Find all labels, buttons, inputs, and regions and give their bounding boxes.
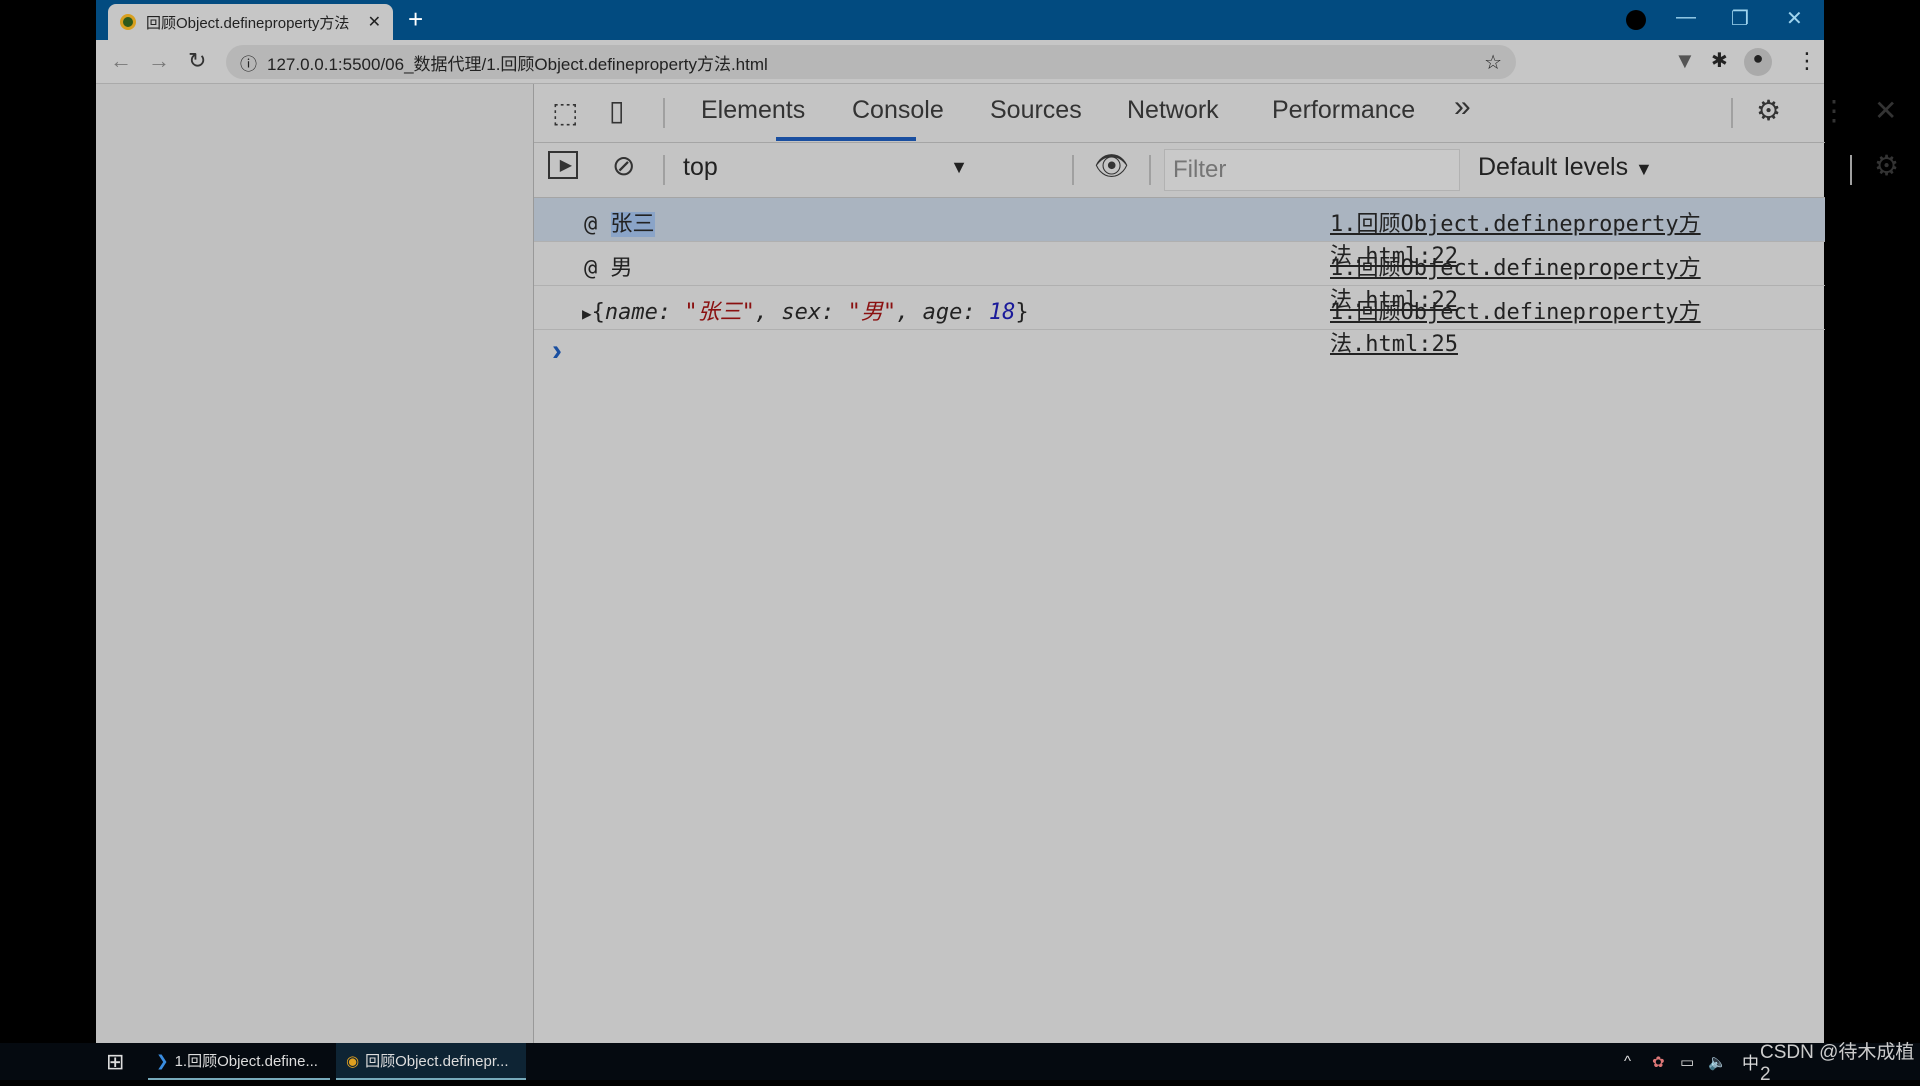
close-devtools-icon[interactable]: ✕: [1874, 94, 1897, 127]
divider: [1731, 98, 1733, 128]
log-value: 张三: [610, 212, 655, 237]
minimize-button[interactable]: —: [1676, 6, 1696, 29]
tray-overflow-icon[interactable]: ^: [1624, 1043, 1631, 1080]
tab-elements[interactable]: Elements: [701, 96, 805, 125]
log-prefix: @: [584, 212, 598, 237]
chrome-icon: ◉: [346, 1052, 360, 1070]
tab-title: 回顾Object.defineproperty方法: [146, 14, 350, 32]
devtools-main-toolbar: ⬚ ▯ Elements Console Sources Network Per…: [534, 84, 1897, 143]
divider: [1072, 155, 1074, 185]
more-tabs-button[interactable]: »: [1454, 90, 1471, 124]
dropdown-arrow-icon: ▼: [1635, 159, 1653, 179]
source-link[interactable]: 1.回顾Object.defineproperty方法.html:25: [1330, 294, 1825, 358]
watermark: CSDN @待木成植2: [1760, 1042, 1915, 1085]
console-settings-gear-icon[interactable]: ⚙: [1874, 149, 1899, 182]
reload-button[interactable]: ↻: [188, 48, 206, 74]
console-message[interactable]: @ 男 1.回顾Object.defineproperty方法.html:22: [534, 242, 1825, 313]
restore-button[interactable]: ❐: [1731, 6, 1749, 31]
tab-console[interactable]: Console: [852, 96, 944, 125]
taskbar-item-vscode[interactable]: ❯ 1.回顾Object.define...: [148, 1043, 330, 1080]
log-value: 男: [610, 256, 633, 281]
volume-icon[interactable]: 🔈: [1708, 1043, 1727, 1080]
console-prompt[interactable]: ›: [552, 334, 562, 368]
new-tab-button[interactable]: +: [408, 4, 423, 35]
console-toolbar: ▶ ⊘ top ▼ 👁 Default levels ▼ ⚙: [534, 143, 1899, 198]
console-message[interactable]: ▶{name: "张三", sex: "男", age: 18} 1.回顾Obj…: [534, 286, 1825, 357]
url-text: 127.0.0.1:5500/06_数据代理/1.回顾Object.define…: [267, 54, 768, 74]
object-preview[interactable]: ▶{name: "张三", sex: "男", age: 18}: [582, 294, 1029, 326]
clear-console-icon[interactable]: ⊘: [612, 149, 635, 182]
back-button[interactable]: ←: [110, 48, 132, 74]
browser-menu-icon[interactable]: ⋮: [1796, 48, 1818, 74]
dropdown-arrow-icon: ▼: [950, 157, 968, 177]
info-icon[interactable]: ⓘ: [240, 50, 257, 75]
console-message[interactable]: @ 张三 1.回顾Object.defineproperty方法.html:22: [534, 198, 1825, 269]
device-toolbar-icon[interactable]: ▯: [609, 94, 624, 127]
tab-performance[interactable]: Performance: [1272, 96, 1415, 125]
inspect-element-icon[interactable]: ⬚: [552, 96, 578, 129]
divider: [1850, 155, 1852, 185]
active-tab-indicator: [776, 137, 916, 141]
favicon-icon: [120, 14, 136, 30]
context-value: top: [683, 153, 718, 181]
levels-label: Default levels: [1478, 153, 1629, 181]
devtools-panel: ⬚ ▯ Elements Console Sources Network Per…: [533, 84, 1899, 1043]
battery-icon[interactable]: ▭: [1680, 1043, 1694, 1080]
tab-network[interactable]: Network: [1127, 96, 1219, 125]
log-prefix: @: [584, 256, 598, 281]
tab-close-icon[interactable]: ✕: [368, 12, 381, 32]
log-levels-dropdown[interactable]: Default levels ▼: [1478, 153, 1653, 182]
extensions-icon[interactable]: ✱: [1711, 48, 1728, 73]
settings-gear-icon[interactable]: ⚙: [1756, 94, 1781, 127]
filter-input[interactable]: [1164, 149, 1460, 191]
tab-search-icon[interactable]: [1626, 10, 1646, 30]
close-window-button[interactable]: ✕: [1786, 6, 1803, 31]
browser-tab[interactable]: 回顾Object.defineproperty方法 ✕: [108, 4, 393, 40]
page-viewport: [96, 84, 533, 1043]
taskbar: ⊞ ❯ 1.回顾Object.define... ◉ 回顾Object.define…: [0, 1042, 1920, 1085]
vscode-icon: ❯: [156, 1052, 169, 1070]
sidebar-toggle-icon[interactable]: ▶: [548, 151, 578, 179]
start-button[interactable]: ⊞: [106, 1043, 124, 1080]
ime-indicator[interactable]: 中: [1742, 1043, 1759, 1080]
browser-window: 回顾Object.defineproperty方法 ✕ + — ❐ ✕ ← → …: [96, 0, 1899, 1043]
forward-button[interactable]: →: [148, 48, 170, 74]
tab-strip: 回顾Object.defineproperty方法 ✕ + — ❐ ✕: [96, 0, 1824, 40]
expand-triangle-icon[interactable]: ▶: [582, 304, 592, 323]
more-options-icon[interactable]: ⋮: [1820, 94, 1848, 127]
divider: [1149, 155, 1151, 185]
live-expression-eye-icon[interactable]: 👁: [1094, 149, 1130, 182]
vue-devtools-icon[interactable]: ▼: [1674, 48, 1696, 74]
profile-avatar[interactable]: ●: [1744, 48, 1772, 76]
tab-sources[interactable]: Sources: [990, 96, 1082, 125]
divider: [663, 155, 665, 185]
address-bar[interactable]: ⓘ 127.0.0.1:5500/06_数据代理/1.回顾Object.defi…: [226, 45, 1516, 79]
tray-app-icon[interactable]: ✿: [1652, 1043, 1665, 1080]
divider: [663, 98, 665, 128]
address-toolbar: ← → ↻ ⓘ 127.0.0.1:5500/06_数据代理/1.回顾Objec…: [96, 40, 1824, 84]
taskbar-item-chrome[interactable]: ◉ 回顾Object.definepr...: [336, 1043, 526, 1080]
bookmark-star-icon[interactable]: ☆: [1484, 50, 1502, 75]
context-selector[interactable]: top ▼: [683, 153, 968, 185]
